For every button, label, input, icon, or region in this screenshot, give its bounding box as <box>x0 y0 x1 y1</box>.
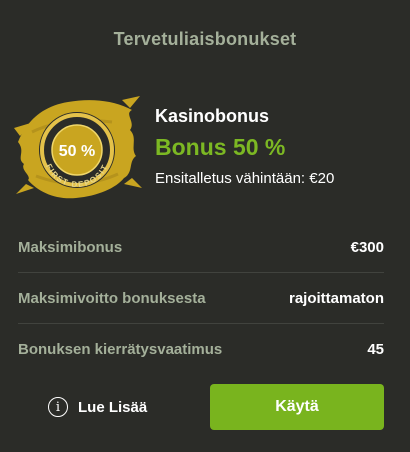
bonus-details: Maksimibonus €300 Maksimivoitto bonukses… <box>18 222 384 374</box>
page-title: Tervetuliaisbonukset <box>113 29 297 49</box>
offer-bonus: Bonus 50 % <box>155 134 286 160</box>
detail-label: Maksimibonus <box>18 238 123 256</box>
first-deposit-badge-icon: 50 % FIRST DEPOSIT <box>12 92 142 204</box>
claim-bonus-button[interactable]: Käytä <box>210 384 384 430</box>
detail-value: rajoittamaton <box>288 289 384 307</box>
offer-info: Kasinobonus Bonus 50 % Ensitalletus vähi… <box>155 104 334 189</box>
badge-percent: 50 % <box>59 143 95 160</box>
detail-value: 45 <box>367 340 384 358</box>
detail-label: Bonuksen kierrätysvaatimus <box>18 340 223 358</box>
detail-row: Bonuksen kierrätysvaatimus 45 <box>18 324 384 374</box>
detail-row: Maksimivoitto bonuksesta rajoittamaton <box>18 273 384 324</box>
detail-label: Maksimivoitto bonuksesta <box>18 289 206 307</box>
info-icon: i <box>48 397 68 417</box>
offer-min-deposit: Ensitalletus vähintään: €20 <box>155 170 335 187</box>
detail-value: €300 <box>350 238 384 256</box>
offer-name: Kasinobonus <box>155 106 270 126</box>
read-more-label: Lue Lisää <box>78 398 148 416</box>
bonus-card: Tervetuliaisbonukset 50 % FIRST DEPOSIT … <box>0 0 410 452</box>
read-more-link[interactable]: i Lue Lisää <box>48 394 147 420</box>
detail-row: Maksimibonus €300 <box>18 222 384 273</box>
